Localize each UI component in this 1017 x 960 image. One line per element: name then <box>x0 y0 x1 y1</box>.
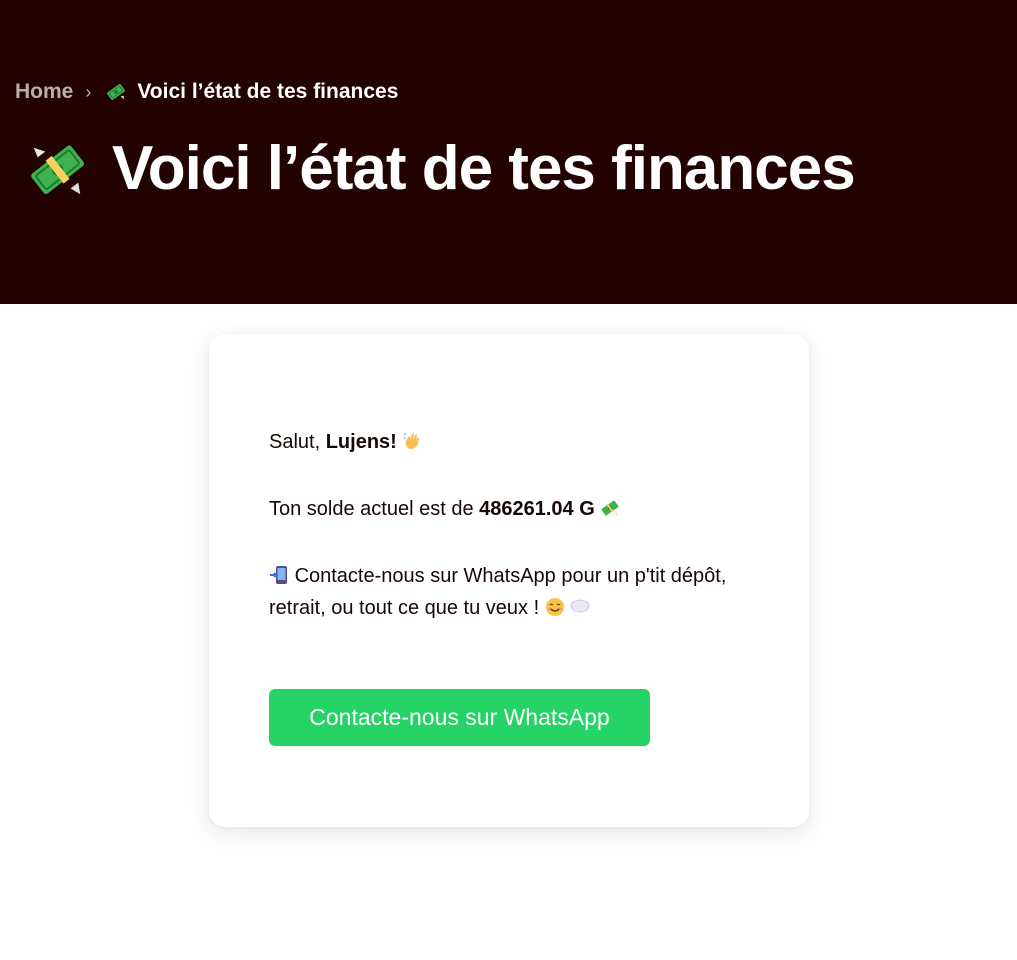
finance-card: Salut, Lujens! Ton solde actuel est de 4… <box>209 334 809 827</box>
balance-value: 486261.04 G <box>479 498 595 520</box>
contact-text: Contacte-nous sur WhatsApp pour un p'tit… <box>269 565 727 619</box>
greeting-prefix: Salut, <box>269 431 326 453</box>
breadcrumb-separator: › <box>85 82 92 102</box>
breadcrumb-home-link[interactable]: Home <box>15 79 73 105</box>
breadcrumb-current: Voici l’état de tes finances <box>105 79 398 105</box>
greeting: Salut, Lujens! <box>269 426 749 458</box>
balance-line: Ton solde actuel est de 486261.04 G <box>269 493 749 525</box>
breadcrumb-current-label: Voici l’état de tes finances <box>137 80 399 103</box>
speech-bubble-icon <box>570 599 590 614</box>
flying-money-icon: $ <box>31 145 85 195</box>
page-title: $ Voici l’état de tes finances <box>26 132 856 206</box>
contact-paragraph: Contacte-nous sur WhatsApp pour un p'tit… <box>269 560 749 624</box>
user-name: Lujens! <box>325 431 397 453</box>
page-header: Home › Voici l’état de tes finances $ <box>0 0 1017 304</box>
waving-hand-icon <box>403 432 420 449</box>
page-title-text: Voici l’état de tes finances <box>112 134 856 203</box>
breadcrumb: Home › Voici l’état de tes finances <box>15 79 398 105</box>
mobile-arrow-icon <box>270 566 287 584</box>
balance-prefix: Ton solde actuel est de <box>269 498 480 520</box>
flying-money-icon <box>107 84 126 100</box>
card-body: Salut, Lujens! Ton solde actuel est de 4… <box>269 426 749 659</box>
smiling-face-icon <box>545 598 564 616</box>
flying-money-icon <box>601 500 619 516</box>
contact-whatsapp-button[interactable]: Contacte-nous sur WhatsApp <box>269 689 650 746</box>
